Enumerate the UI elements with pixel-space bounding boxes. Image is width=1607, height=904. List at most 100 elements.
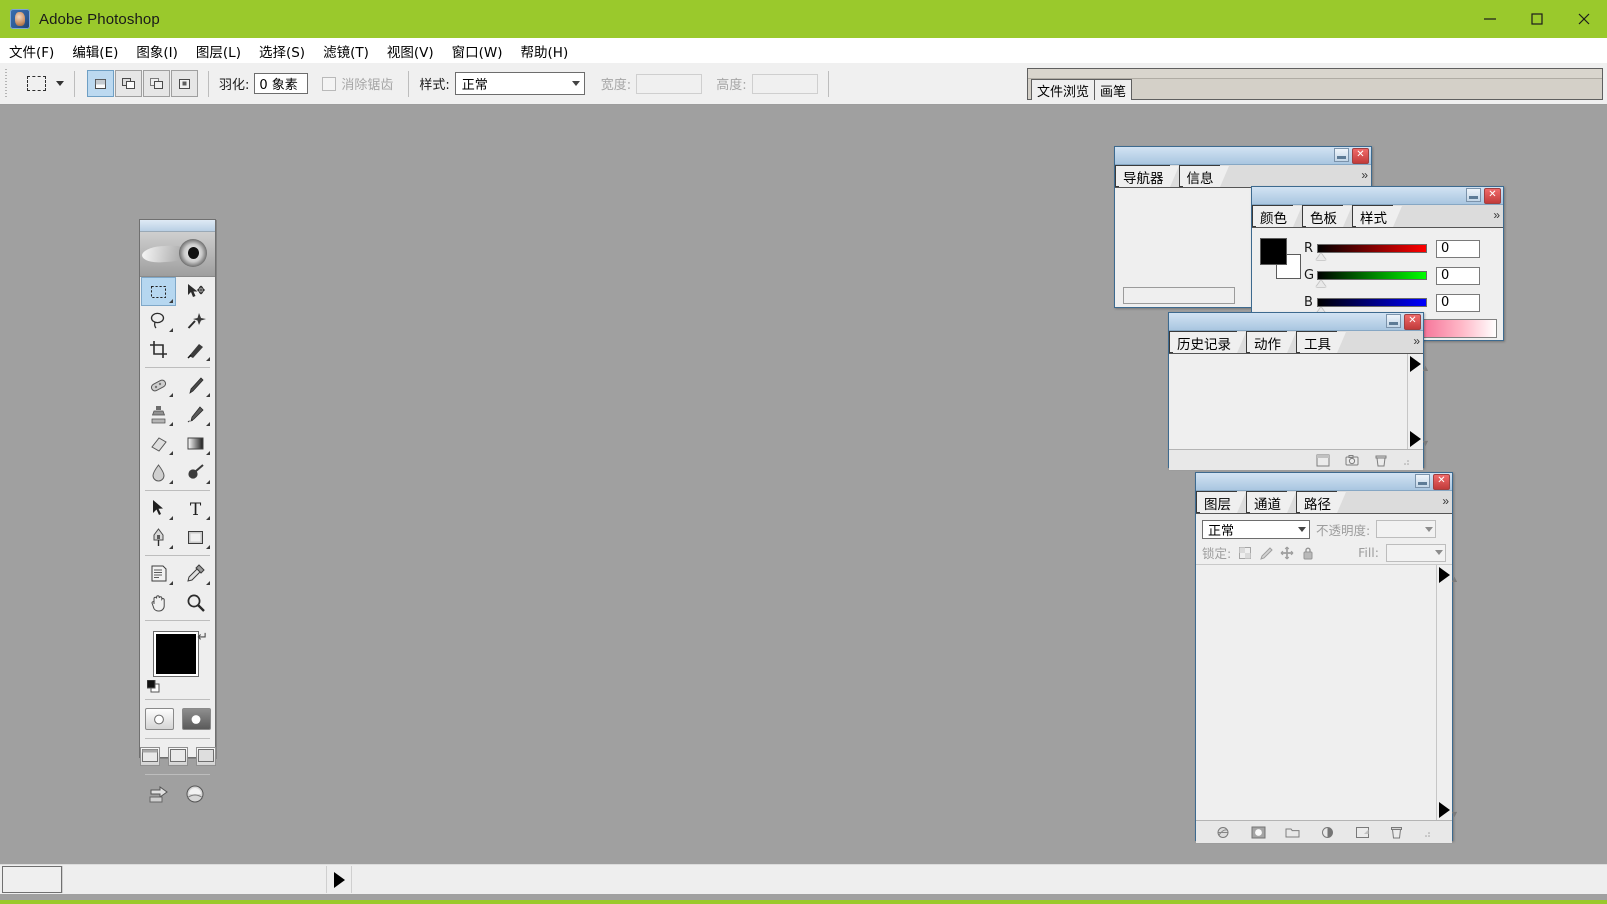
style-select[interactable]: 正常: [454, 72, 585, 95]
tab-info[interactable]: 信息: [1178, 165, 1229, 187]
minimize-icon[interactable]: [1334, 148, 1349, 162]
lock-position-icon[interactable]: [1280, 546, 1294, 560]
menu-file[interactable]: 文件(F): [0, 38, 63, 64]
lock-image-pixels-icon[interactable]: [1259, 546, 1273, 560]
close-icon[interactable]: ✕: [1433, 474, 1450, 490]
resize-grip-icon[interactable]: [1403, 454, 1411, 467]
channel-value-g[interactable]: 0: [1436, 266, 1480, 285]
brush-tool[interactable]: [179, 372, 212, 399]
zoom-tool[interactable]: [179, 589, 212, 616]
menu-image[interactable]: 图象(I): [127, 38, 187, 64]
channel-slider-r[interactable]: [1316, 244, 1427, 260]
layer-list[interactable]: ▲ ▼: [1196, 564, 1459, 820]
eyedropper-tool[interactable]: [179, 560, 212, 587]
menu-window[interactable]: 窗口(W): [443, 38, 512, 64]
eraser-tool[interactable]: [142, 430, 175, 457]
new-selection-button[interactable]: [87, 70, 114, 97]
new-layer-icon[interactable]: [1355, 826, 1369, 839]
history-state-list[interactable]: ▲ ▼: [1169, 354, 1430, 449]
height-input[interactable]: [751, 73, 818, 94]
tab-navigator[interactable]: 导航器: [1115, 165, 1178, 187]
minimize-icon[interactable]: [1415, 474, 1430, 488]
crop-tool[interactable]: [142, 336, 175, 363]
minimize-icon[interactable]: [1386, 314, 1401, 328]
minimize-icon[interactable]: [1466, 188, 1481, 202]
maximize-button[interactable]: [1513, 0, 1560, 38]
rectangular-marquee-tool[interactable]: [141, 277, 176, 306]
menu-select[interactable]: 选择(S): [250, 38, 314, 64]
lasso-tool[interactable]: [142, 307, 175, 334]
tab-color[interactable]: 颜色: [1252, 205, 1302, 227]
rectangle-shape-tool[interactable]: [179, 524, 212, 551]
layers-scrollbar[interactable]: ▲ ▼: [1436, 565, 1459, 820]
close-icon[interactable]: ✕: [1352, 148, 1369, 164]
menu-view[interactable]: 视图(V): [378, 38, 443, 64]
jump-to-preview-button[interactable]: [183, 784, 207, 807]
menu-edit[interactable]: 编辑(E): [63, 38, 127, 64]
create-document-from-state-icon[interactable]: [1316, 454, 1330, 467]
layers-title-bar[interactable]: ✕: [1196, 473, 1452, 491]
history-brush-tool[interactable]: [179, 401, 212, 428]
pen-tool[interactable]: [142, 524, 175, 551]
close-icon[interactable]: ✕: [1484, 188, 1501, 204]
new-adjustment-layer-icon[interactable]: [1320, 826, 1334, 839]
toolbox-banner[interactable]: [140, 232, 215, 277]
feather-input[interactable]: 0 象素: [254, 73, 309, 94]
palette-menu-icon[interactable]: »: [1493, 208, 1500, 222]
navigator-zoom-input[interactable]: [1123, 286, 1235, 304]
zoom-level-input[interactable]: [2, 866, 62, 893]
slice-tool[interactable]: [179, 336, 212, 363]
navigator-title-bar[interactable]: ✕: [1115, 147, 1371, 165]
blend-mode-select[interactable]: 正常: [1202, 519, 1310, 539]
foreground-color-swatch[interactable]: [1260, 238, 1287, 265]
scroll-up-icon[interactable]: ▲: [1439, 567, 1459, 584]
default-colors-icon[interactable]: [146, 679, 160, 693]
menu-layer[interactable]: 图层(L): [187, 38, 250, 64]
tab-styles[interactable]: 样式: [1352, 205, 1402, 227]
quick-mask-mode-button[interactable]: [181, 708, 211, 730]
palette-well-grip[interactable]: [1028, 69, 1602, 79]
new-group-icon[interactable]: [1285, 826, 1300, 839]
delete-state-icon[interactable]: [1374, 454, 1388, 467]
channel-thumb-r[interactable]: [1316, 253, 1326, 260]
palette-menu-icon[interactable]: »: [1361, 168, 1368, 182]
tab-layers[interactable]: 图层: [1196, 491, 1246, 513]
well-tab-file-browser[interactable]: 文件浏览: [1031, 79, 1096, 100]
tab-channels[interactable]: 通道: [1246, 491, 1296, 513]
add-to-selection-button[interactable]: [115, 70, 142, 97]
intersect-selection-button[interactable]: [171, 70, 198, 97]
channel-thumb-g[interactable]: [1316, 280, 1326, 287]
foreground-color-swatch[interactable]: [154, 632, 198, 676]
standard-screen-mode-button[interactable]: [139, 747, 160, 766]
full-screen-with-menubar-button[interactable]: [167, 747, 188, 766]
layer-mask-icon[interactable]: [1251, 826, 1266, 839]
magic-wand-tool[interactable]: [179, 307, 212, 334]
notes-tool[interactable]: [142, 560, 175, 587]
create-new-snapshot-icon[interactable]: [1345, 454, 1359, 467]
minimize-button[interactable]: [1466, 0, 1513, 38]
opacity-input[interactable]: [1376, 520, 1437, 538]
fill-input[interactable]: [1386, 543, 1446, 562]
full-screen-mode-button[interactable]: [195, 747, 216, 766]
tab-swatches[interactable]: 色板: [1302, 205, 1352, 227]
width-input[interactable]: [636, 73, 703, 94]
lock-transparent-pixels-icon[interactable]: [1238, 546, 1252, 560]
document-info-field[interactable]: [62, 866, 326, 893]
color-title-bar[interactable]: ✕: [1252, 187, 1503, 205]
channel-slider-b[interactable]: [1316, 298, 1427, 314]
lock-all-icon[interactable]: [1301, 546, 1315, 560]
move-tool[interactable]: [179, 278, 212, 305]
clone-stamp-tool[interactable]: [142, 401, 175, 428]
channel-value-b[interactable]: 0: [1436, 293, 1480, 312]
antialias-checkbox[interactable]: [322, 76, 337, 91]
toolbox-drag-handle[interactable]: [140, 220, 215, 232]
close-icon[interactable]: ✕: [1404, 314, 1421, 330]
swap-colors-icon[interactable]: ↵: [197, 629, 208, 645]
tab-actions[interactable]: 动作: [1246, 331, 1296, 353]
tab-tool-presets[interactable]: 工具: [1296, 331, 1346, 353]
path-selection-tool[interactable]: [142, 495, 175, 522]
history-scrollbar[interactable]: ▲ ▼: [1407, 354, 1430, 449]
standard-mask-mode-button[interactable]: [144, 708, 174, 730]
scroll-down-icon[interactable]: ▼: [1439, 802, 1459, 819]
delete-layer-icon[interactable]: [1389, 826, 1403, 839]
